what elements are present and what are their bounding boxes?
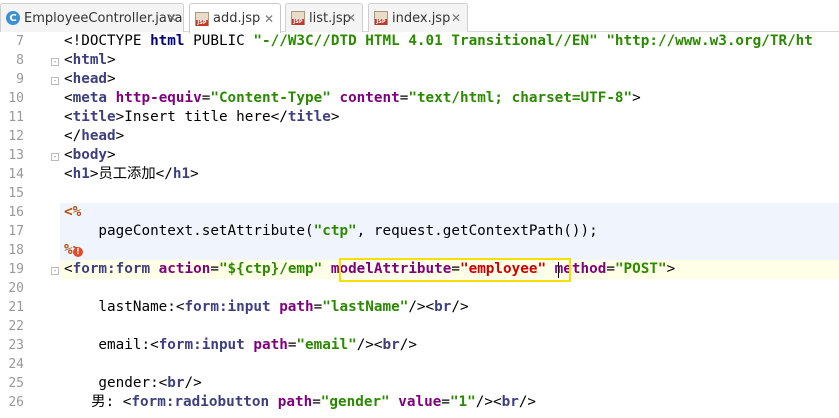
code-line-25: gender:<br/> — [64, 375, 202, 391]
fold-toggle-icon[interactable]: - — [51, 267, 59, 275]
line-number: 7 — [16, 34, 24, 49]
tab-list-jsp[interactable]: list.jsp ✕ — [285, 3, 363, 32]
line-number: 23 — [8, 338, 24, 353]
code-line-13: <body> — [64, 147, 116, 163]
fold-toggle-icon[interactable]: - — [51, 153, 59, 161]
fold-toggle-icon[interactable]: - — [51, 77, 59, 85]
tab-employeecontroller-java[interactable]: C EmployeeController.java ✕ — [0, 3, 184, 32]
tab-label: list.jsp — [309, 10, 351, 26]
line-number: 8 — [16, 53, 24, 68]
line-number: 14 — [8, 167, 24, 182]
code-editor[interactable]: <!DOCTYPE html PUBLIC "-//W3C//DTD HTML … — [60, 32, 839, 418]
line-number: 13 — [8, 148, 24, 163]
line-number: 21 — [8, 300, 24, 315]
line-number: 20 — [8, 281, 24, 296]
highlight-box — [339, 258, 571, 282]
line-number: 9 — [16, 72, 24, 87]
code-line-7: <!DOCTYPE html PUBLIC "-//W3C//DTD HTML … — [64, 33, 813, 49]
warning-icon[interactable]: ! — [73, 247, 83, 257]
code-line-8: <html> — [64, 52, 116, 68]
text-caret — [558, 262, 559, 278]
line-number: 18 — [8, 243, 24, 258]
close-icon[interactable]: ✕ — [167, 11, 177, 25]
code-line-9: <head> — [64, 71, 116, 87]
close-icon[interactable]: ✕ — [264, 12, 274, 26]
tab-label: add.jsp — [213, 11, 261, 26]
code-line-11: <title>Insert title here</title> — [64, 109, 340, 125]
jsp-file-icon — [291, 11, 305, 25]
jsp-file-icon — [195, 11, 209, 26]
close-icon[interactable]: ✕ — [451, 11, 461, 25]
code-line-16: <% — [64, 204, 82, 220]
tab-label: index.jsp — [392, 10, 451, 26]
code-line-10: <meta http-equiv="Content-Type" content=… — [64, 90, 641, 106]
line-number: 25 — [8, 376, 24, 391]
tab-add-jsp[interactable]: add.jsp ✕ — [189, 3, 281, 33]
tab-index-jsp[interactable]: index.jsp ✕ — [368, 3, 468, 32]
jsp-file-icon — [374, 11, 388, 25]
line-number: 15 — [8, 186, 24, 201]
fold-toggle-icon[interactable]: - — [51, 58, 59, 66]
line-number: 11 — [8, 110, 24, 125]
close-icon[interactable]: ✕ — [346, 11, 356, 25]
code-line-23: email:<form:input path="email"/><br/> — [64, 337, 417, 353]
line-number: 24 — [8, 357, 24, 372]
line-number: 17 — [8, 224, 24, 239]
line-number: 19 — [8, 262, 24, 277]
code-line-21: lastName:<form:input path="lastName"/><b… — [64, 299, 469, 315]
line-number: 26 — [8, 395, 24, 410]
java-class-icon: C — [6, 11, 20, 25]
code-line-26: 男: <form:radiobutton path="gender" value… — [64, 394, 537, 410]
line-number: 10 — [8, 91, 24, 106]
code-line-17: pageContext.setAttribute("ctp", request.… — [64, 223, 598, 239]
line-number: 16 — [8, 205, 24, 220]
code-line-14: <h1>员工添加</h1> — [64, 166, 199, 182]
tab-label: EmployeeController.java — [24, 10, 183, 26]
line-number: 22 — [8, 319, 24, 334]
line-number: 12 — [8, 129, 24, 144]
code-line-12: </head> — [64, 128, 125, 144]
editor-tab-bar: C EmployeeController.java ✕ add.jsp ✕ li… — [0, 0, 839, 33]
